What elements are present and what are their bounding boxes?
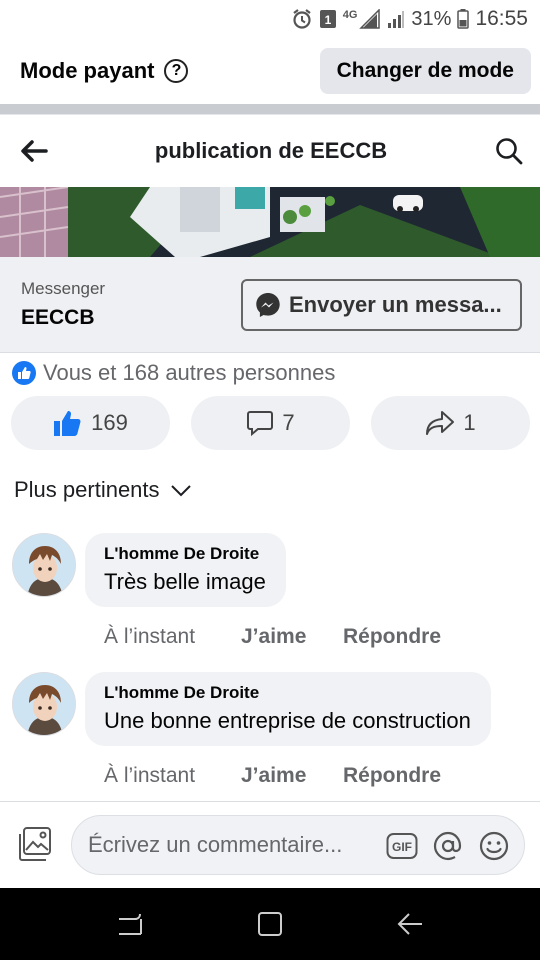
back-arrow-icon[interactable] [20,139,48,163]
svg-text:GIF: GIF [392,840,412,854]
like-count: 169 [91,410,128,435]
status-bar: 1 4G 31% 16:55 [0,0,540,38]
page-title: publication de EECCB [154,138,388,163]
composer-icons: GIF [386,830,510,862]
section-divider [0,104,540,115]
help-icon[interactable]: ? [164,59,189,83]
share-count: 1 [463,410,476,435]
mode-label: Mode payant [20,58,155,83]
photo-icon[interactable] [16,826,54,864]
comment-meta: À l’instant J’aime Répondre [104,625,441,649]
avatar[interactable] [12,533,76,597]
comment-author[interactable]: L'homme De Droite [104,544,266,564]
page-header: publication de EECCB [0,115,540,187]
comment-bubble[interactable]: L'homme De Droite Très belle image [85,533,286,607]
share-button[interactable]: 1 [371,396,530,450]
messenger-bar: Messenger EECCB Envoyer un messa... [0,257,540,353]
thumbs-up-icon [54,411,81,436]
comment-text: Très belle image [104,569,266,594]
comment-like-button[interactable]: J’aime [241,625,343,649]
back-icon[interactable] [395,909,425,939]
emoji-icon[interactable] [478,830,510,862]
reactions-summary-text: Vous et 168 autres personnes [43,360,336,385]
recent-apps-icon[interactable] [115,909,145,939]
gif-icon[interactable]: GIF [386,831,418,861]
mention-icon[interactable] [432,830,464,862]
send-message-label: Envoyer un messa... [289,291,502,317]
comment-input-container[interactable]: GIF [71,815,525,875]
signal-icon [359,9,381,29]
network-type: 4G [342,9,358,21]
sim-icon: 1 [319,10,336,28]
anime-avatar-image [13,673,75,735]
search-icon[interactable] [494,136,524,166]
battery-percent: 31% [411,7,452,30]
mode-label-group: Mode payant ? [20,58,189,84]
messenger-info: Messenger EECCB [21,279,105,330]
comment-input[interactable] [88,832,373,858]
comment-meta: À l’instant J’aime Répondre [104,764,441,788]
signal-icon-2 [388,11,405,28]
chevron-down-icon [170,485,191,497]
post-image[interactable] [0,187,540,257]
anime-avatar-image [13,534,75,596]
sort-dropdown[interactable]: Plus pertinents [14,477,192,503]
battery-icon [457,9,470,29]
avatar[interactable] [12,672,76,736]
messenger-label: Messenger [21,279,106,298]
like-button[interactable]: 169 [11,396,170,450]
comment-text: Une bonne entreprise de construction [104,708,471,733]
messenger-icon [256,292,280,317]
change-mode-button[interactable]: Changer de mode [319,48,531,94]
like-reaction-icon [12,361,36,385]
comment-composer: GIF [0,802,540,888]
mode-bar: Mode payant ? Changer de mode [0,38,540,104]
sort-label: Plus pertinents [14,477,160,502]
comment-like-button[interactable]: J’aime [241,764,343,788]
page-name: EECCB [21,306,95,329]
comment-time: À l’instant [104,764,196,787]
system-nav-bar [0,888,540,960]
comment-icon [247,411,274,437]
clock: 16:55 [475,7,528,30]
comment-reply-button[interactable]: Répondre [343,764,441,788]
alarm-icon [293,9,311,29]
comment-count: 7 [282,410,295,435]
comment-time: À l’instant [104,625,196,648]
comment-button[interactable]: 7 [191,396,350,450]
home-icon[interactable] [255,909,285,939]
share-icon [426,411,455,435]
send-message-button[interactable]: Envoyer un messa... [241,278,522,331]
comment-bubble[interactable]: L'homme De Droite Une bonne entreprise d… [85,672,491,746]
building-render-image [0,187,540,257]
reactions-summary[interactable]: Vous et 168 autres personnes [12,359,335,387]
comment-reply-button[interactable]: Répondre [343,625,441,649]
comment-author[interactable]: L'homme De Droite [104,683,471,703]
svg-text:1: 1 [324,13,331,27]
